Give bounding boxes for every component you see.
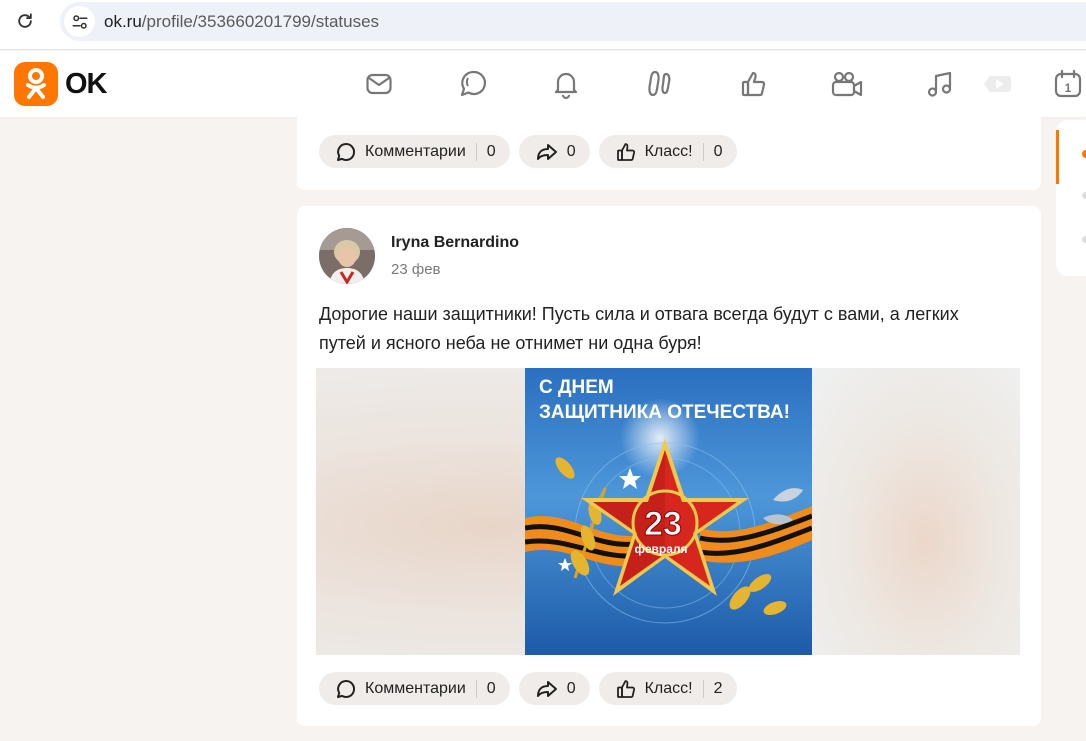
- ok-logo-text: OK: [65, 67, 107, 100]
- post-actions: Комментарии 0 0 Класс! 0: [319, 135, 737, 168]
- comments-button[interactable]: Комментарии 0: [319, 135, 510, 168]
- like-icon[interactable]: [737, 67, 771, 101]
- browser-toolbar: ok.ru/profile/353660201799/statuses: [0, 0, 1086, 50]
- divider: [702, 679, 704, 698]
- feed-post-previous: Комментарии 0 0 Класс! 0: [297, 100, 1041, 190]
- class-button[interactable]: Класс! 2: [598, 672, 737, 705]
- calendar-icon[interactable]: 1: [1051, 67, 1085, 101]
- divider: [702, 142, 704, 161]
- share-count: 0: [566, 142, 576, 160]
- divider: [475, 142, 477, 161]
- right-side-panel: [1056, 120, 1086, 276]
- comments-count: 0: [486, 142, 496, 160]
- site-settings-icon[interactable]: [64, 6, 95, 37]
- share-button[interactable]: 0: [518, 135, 590, 168]
- image-date-month: февраля: [634, 542, 687, 556]
- live-icon[interactable]: [980, 67, 1014, 101]
- share-icon: [535, 141, 559, 163]
- post-date[interactable]: 23 фев: [391, 261, 519, 278]
- post-text: Дорогие наши защитники! Пусть сила и отв…: [319, 304, 959, 353]
- share-count: 0: [566, 679, 576, 697]
- defender-day-card-image: С ДНЕМ ЗАЩИТНИКА ОТЕЧЕСТВА! 23 февраля: [524, 368, 813, 655]
- active-dot-icon: [1082, 150, 1086, 158]
- reload-icon[interactable]: [13, 9, 37, 33]
- calendar-day: 1: [1065, 81, 1072, 95]
- comment-icon: [335, 678, 357, 700]
- image-caption-line2: ЗАЩИТНИКА ОТЕЧЕСТВА!: [539, 402, 790, 423]
- comment-icon: [335, 141, 357, 163]
- share-button[interactable]: 0: [518, 672, 590, 705]
- share-icon: [535, 678, 559, 700]
- ok-logo[interactable]: OK: [14, 62, 107, 106]
- chat-icon[interactable]: [456, 67, 490, 101]
- class-button[interactable]: Класс! 0: [598, 135, 737, 168]
- image-blur-background: [810, 368, 1020, 655]
- url-domain: ok.ru: [104, 12, 142, 31]
- like-icon: [615, 678, 637, 700]
- post-author: Iryna Bernardino 23 фев: [319, 228, 519, 284]
- address-bar[interactable]: ok.ru/profile/353660201799/statuses: [60, 2, 1086, 41]
- divider: [475, 679, 477, 698]
- mail-icon[interactable]: [362, 67, 396, 101]
- feed-post: Iryna Bernardino 23 фев Дорогие наши защ…: [297, 206, 1041, 726]
- image-caption-line1: С ДНЕМ: [539, 377, 614, 398]
- active-marker: [1056, 130, 1059, 184]
- post-image[interactable]: С ДНЕМ ЗАЩИТНИКА ОТЕЧЕСТВА! 23 февраля: [316, 368, 1020, 655]
- class-count: 2: [713, 679, 723, 697]
- bell-icon[interactable]: [549, 67, 583, 101]
- url-text[interactable]: ok.ru/profile/353660201799/statuses: [104, 12, 379, 32]
- avatar[interactable]: [319, 228, 375, 284]
- ok-logo-icon: [14, 62, 58, 106]
- image-date-number: 23: [644, 505, 682, 543]
- dot-icon: [1082, 236, 1086, 243]
- class-label: Класс!: [644, 142, 693, 160]
- class-label: Класс!: [644, 679, 693, 697]
- url-path: /profile/353660201799/statuses: [141, 12, 380, 31]
- comments-button[interactable]: Комментарии 0: [319, 672, 510, 705]
- class-count: 0: [713, 142, 723, 160]
- comments-label: Комментарии: [365, 679, 466, 697]
- author-name[interactable]: Iryna Bernardino: [391, 234, 519, 252]
- comments-count: 0: [486, 679, 496, 697]
- post-actions: Комментарии 0 0 Класс! 2: [319, 672, 737, 705]
- music-icon[interactable]: [923, 67, 957, 101]
- dot-icon: [1082, 192, 1086, 199]
- comments-label: Комментарии: [365, 142, 466, 160]
- like-icon: [615, 141, 637, 163]
- video-icon[interactable]: [830, 67, 864, 101]
- guests-icon[interactable]: [643, 67, 677, 101]
